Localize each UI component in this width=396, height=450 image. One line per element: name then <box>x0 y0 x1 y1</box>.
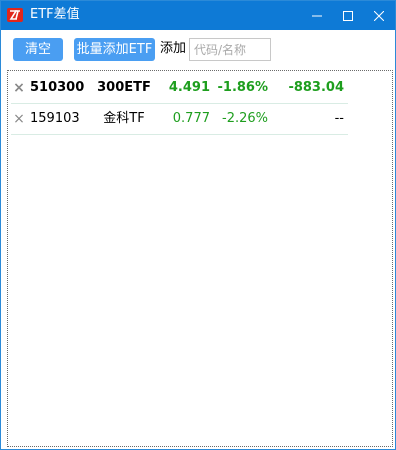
etf-name: 300ETF <box>97 80 151 95</box>
add-label: 添加 <box>160 41 187 56</box>
etf-price: 4.491 <box>168 80 210 95</box>
etf-name: 金科TF <box>103 111 145 126</box>
etf-price: 0.777 <box>172 111 210 126</box>
list-item: × 159103 金科TF 0.777 -2.26% -- <box>11 104 348 135</box>
etf-change-percent: -2.26% <box>222 111 268 126</box>
minimize-icon <box>312 15 322 16</box>
batch-add-etf-button[interactable]: 批量添加ETF <box>74 38 155 61</box>
list-item: × 510300 300ETF 4.491 -1.86% -883.04 <box>11 73 348 104</box>
maximize-icon <box>343 10 353 21</box>
code-name-input[interactable] <box>189 38 271 61</box>
etf-list: × 510300 300ETF 4.491 -1.86% -883.04 × 1… <box>7 70 393 447</box>
etf-code: 510300 <box>30 80 85 95</box>
close-button[interactable] <box>363 1 395 30</box>
etf-code: 159103 <box>30 111 80 126</box>
app-logo-icon <box>7 8 23 22</box>
maximize-button[interactable] <box>332 1 364 30</box>
etf-diff-window: ETF差值 清空 批量添加ETF 添加 × 510300 300ETF 4.49… <box>0 0 396 450</box>
title-bar[interactable]: ETF差值 <box>1 1 395 30</box>
window-title: ETF差值 <box>30 7 80 22</box>
etf-diff-value: -883.04 <box>288 80 344 95</box>
etf-change-percent: -1.86% <box>217 80 269 95</box>
etf-diff-value: -- <box>334 111 344 126</box>
clear-button[interactable]: 清空 <box>13 38 63 61</box>
remove-item-button[interactable]: × <box>13 104 25 134</box>
close-icon <box>374 10 384 21</box>
minimize-button[interactable] <box>301 1 333 30</box>
remove-item-button[interactable]: × <box>13 73 25 103</box>
